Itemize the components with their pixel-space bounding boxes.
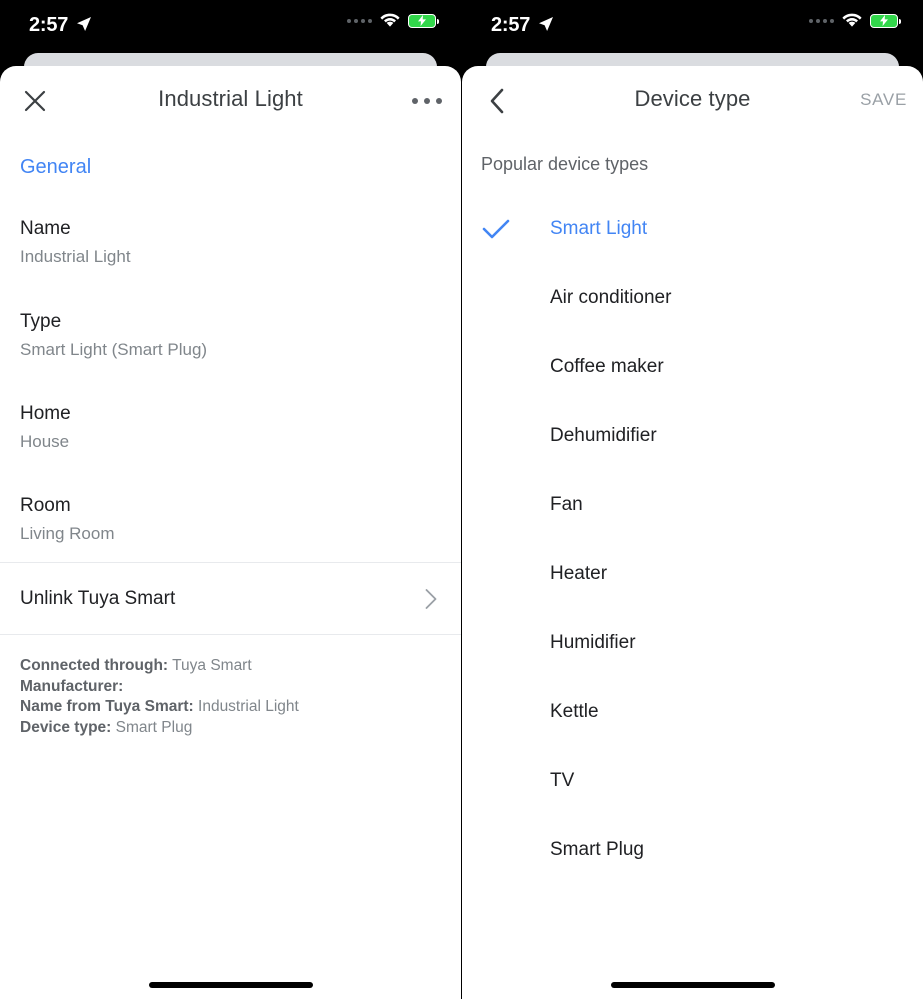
signal-dots-icon bbox=[347, 18, 372, 23]
right-sheet-card: Device type SAVE Popular device types Sm… bbox=[462, 66, 923, 999]
signal-dots-icon bbox=[809, 18, 834, 23]
meta-label: Name from Tuya Smart: bbox=[20, 698, 194, 715]
device-type-option-kettle[interactable]: Kettle bbox=[462, 695, 923, 729]
field-value: Living Room bbox=[20, 524, 115, 543]
wifi-icon bbox=[842, 13, 862, 27]
device-type-label: Kettle bbox=[550, 701, 599, 722]
device-type-option-air-conditioner[interactable]: Air conditioner bbox=[462, 281, 923, 315]
meta-value: Smart Plug bbox=[115, 718, 193, 736]
battery-charging-icon bbox=[408, 13, 439, 28]
device-type-label: Heater bbox=[550, 563, 608, 584]
left-panel-device-settings: 2:57 Industrial Light General Name Indus… bbox=[0, 0, 461, 999]
unlink-tuya-smart-row[interactable]: Unlink Tuya Smart bbox=[0, 563, 461, 634]
check-icon bbox=[482, 219, 510, 239]
device-type-option-smart-plug[interactable]: Smart Plug bbox=[462, 833, 923, 867]
divider-bottom bbox=[0, 634, 461, 635]
field-home[interactable]: Home House bbox=[20, 401, 71, 454]
page-title: Industrial Light bbox=[158, 86, 303, 111]
device-type-option-fan[interactable]: Fan bbox=[462, 488, 923, 522]
battery-charging-icon bbox=[870, 13, 901, 28]
meta-value: Industrial Light bbox=[198, 698, 299, 715]
save-button[interactable]: SAVE bbox=[860, 90, 907, 110]
meta-manufacturer: Manufacturer: bbox=[20, 677, 299, 698]
app-screenshot: 2:57 Industrial Light General Name Indus… bbox=[0, 0, 923, 999]
field-label: Name bbox=[20, 218, 71, 239]
page-title: Device type bbox=[634, 86, 751, 111]
popular-device-types-header: Popular device types bbox=[481, 154, 649, 174]
right-panel-device-type: 2:57 Device type SAVE Popular device typ… bbox=[462, 0, 923, 999]
field-type[interactable]: Type Smart Light (Smart Plug) bbox=[20, 309, 207, 362]
status-bar-left: 2:57 bbox=[0, 0, 461, 53]
right-app-bar: Device type SAVE bbox=[462, 66, 923, 135]
status-bar-indicators bbox=[809, 13, 901, 28]
meta-connected-through: Connected through: Tuya Smart bbox=[20, 656, 299, 677]
meta-value: Tuya Smart bbox=[172, 657, 252, 674]
unlink-row-label: Unlink Tuya Smart bbox=[20, 587, 176, 609]
device-metadata: Connected through: Tuya Smart Manufactur… bbox=[20, 656, 299, 738]
field-room[interactable]: Room Living Room bbox=[20, 493, 115, 546]
left-app-bar: Industrial Light bbox=[0, 66, 461, 135]
home-indicator-left bbox=[148, 982, 313, 988]
location-arrow-icon bbox=[77, 17, 91, 31]
field-value: House bbox=[20, 432, 70, 451]
meta-label: Connected through: bbox=[20, 657, 169, 674]
left-sheet-card: Industrial Light General Name Industrial… bbox=[0, 66, 461, 999]
field-label: Home bbox=[20, 403, 71, 424]
wifi-icon bbox=[380, 13, 400, 27]
device-type-option-tv[interactable]: TV bbox=[462, 764, 923, 798]
meta-label: Device type: bbox=[20, 718, 112, 736]
device-type-option-dehumidifier[interactable]: Dehumidifier bbox=[462, 419, 923, 453]
device-type-label: Coffee maker bbox=[550, 356, 664, 377]
location-arrow-icon bbox=[539, 17, 553, 31]
home-indicator-right bbox=[610, 982, 775, 988]
field-label: Room bbox=[20, 495, 71, 516]
meta-name-from-tuya: Name from Tuya Smart: Industrial Light bbox=[20, 697, 299, 718]
device-type-label: Smart Light bbox=[550, 218, 648, 239]
chevron-right-icon bbox=[425, 588, 437, 609]
more-options-button[interactable] bbox=[405, 84, 449, 118]
device-type-option-heater[interactable]: Heater bbox=[462, 557, 923, 591]
device-type-label: Humidifier bbox=[550, 632, 636, 653]
device-type-label: Fan bbox=[550, 494, 583, 515]
device-type-option-humidifier[interactable]: Humidifier bbox=[462, 626, 923, 660]
device-type-label: Dehumidifier bbox=[550, 425, 657, 446]
field-value: Industrial Light bbox=[20, 247, 131, 266]
device-type-option-coffee-maker[interactable]: Coffee maker bbox=[462, 350, 923, 384]
meta-device-type: Device type: Smart Plug bbox=[20, 718, 299, 739]
device-type-label: Air conditioner bbox=[550, 287, 672, 308]
meta-label: Manufacturer: bbox=[20, 677, 124, 695]
device-type-option-smart-light[interactable]: Smart Light bbox=[462, 212, 923, 246]
field-value: Smart Light (Smart Plug) bbox=[20, 340, 208, 359]
more-options-icon bbox=[412, 98, 442, 104]
status-bar-right: 2:57 bbox=[462, 0, 923, 53]
status-bar-indicators bbox=[347, 13, 439, 28]
status-bar-time: 2:57 bbox=[29, 14, 69, 36]
section-header-general: General bbox=[20, 156, 92, 178]
device-type-label: Smart Plug bbox=[550, 839, 644, 860]
field-name[interactable]: Name Industrial Light bbox=[20, 216, 131, 269]
device-type-label: TV bbox=[550, 770, 575, 791]
field-label: Type bbox=[20, 311, 62, 332]
status-bar-time: 2:57 bbox=[491, 14, 531, 36]
